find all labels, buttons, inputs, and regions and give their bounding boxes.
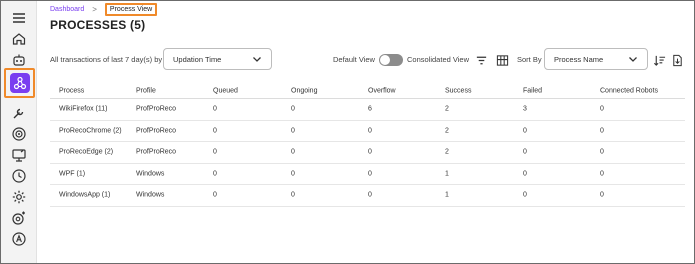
failed-count: 0 xyxy=(523,127,527,135)
success-count: 1 xyxy=(445,191,449,199)
connected-robots-count: 0 xyxy=(600,105,604,113)
table-row[interactable]: WPF (1) Windows 0 0 0 1 0 0 xyxy=(50,164,685,185)
clock-icon[interactable] xyxy=(10,167,28,185)
overflow-count: 0 xyxy=(368,191,372,199)
ongoing-count: 0 xyxy=(291,148,295,156)
connected-robots-count: 0 xyxy=(600,170,604,178)
robot-icon[interactable] xyxy=(10,51,28,69)
ongoing-count: 0 xyxy=(291,127,295,135)
queued-count: 0 xyxy=(213,148,217,156)
process-name: ProRecoChrome (2) xyxy=(59,127,122,135)
queued-count: 0 xyxy=(213,127,217,135)
sort-select-value: Process Name xyxy=(554,54,604,64)
table-row[interactable]: WikiFirefox (11) ProfProReco 0 0 6 2 3 0 xyxy=(50,99,685,121)
target-icon[interactable] xyxy=(10,125,28,143)
monitor-icon[interactable] xyxy=(10,146,28,164)
overflow-count: 0 xyxy=(368,170,372,178)
breadcrumb-dashboard-link[interactable]: Dashboard xyxy=(50,6,84,13)
profile: Windows xyxy=(136,170,165,178)
process-name: ProRecoEdge (2) xyxy=(59,148,114,156)
connected-robots-count: 0 xyxy=(600,191,604,199)
connected-robots-count: 0 xyxy=(600,127,604,135)
profile: ProfProReco xyxy=(136,105,177,113)
sort-select[interactable]: Process Name xyxy=(544,48,648,70)
sidebar-item-processes[interactable] xyxy=(4,68,35,98)
overflow-count: 0 xyxy=(368,127,372,135)
overflow-count: 0 xyxy=(368,148,372,156)
process-icon xyxy=(10,73,30,93)
transactions-label: All transactions of last 7 day(s) by xyxy=(50,55,163,64)
column-header-process[interactable]: Process xyxy=(59,87,84,94)
success-count: 2 xyxy=(445,148,449,156)
process-name: WikiFirefox (11) xyxy=(59,105,108,113)
connected-robots-count: 0 xyxy=(600,148,604,156)
gear-user-icon[interactable] xyxy=(10,209,28,227)
process-name: WindowsApp (1) xyxy=(59,191,111,199)
column-header-ongoing[interactable]: Ongoing xyxy=(291,87,317,94)
failed-count: 0 xyxy=(523,170,527,178)
failed-count: 3 xyxy=(523,105,527,113)
profile: Windows xyxy=(136,191,165,199)
page-title: PROCESSES (5) xyxy=(50,18,146,32)
wrench-icon[interactable] xyxy=(10,104,28,122)
queued-count: 0 xyxy=(213,191,217,199)
failed-count: 0 xyxy=(523,148,527,156)
success-count: 2 xyxy=(445,127,449,135)
sort-by-label: Sort By xyxy=(517,55,542,64)
filter-icon[interactable] xyxy=(474,53,488,67)
overflow-count: 6 xyxy=(368,105,372,113)
toggle-knob xyxy=(380,55,390,65)
table-row[interactable]: ProRecoEdge (2) ProfProReco 0 0 0 2 0 0 xyxy=(50,142,685,164)
table-header-row: Process Profile Queued Ongoing Overflow … xyxy=(50,83,685,99)
breadcrumb-separator: > xyxy=(92,4,97,14)
default-view-label: Default View xyxy=(333,55,375,64)
time-filter-select[interactable]: Updation Time xyxy=(163,48,272,70)
queued-count: 0 xyxy=(213,170,217,178)
table-row[interactable]: ProRecoChrome (2) ProfProReco 0 0 0 2 0 … xyxy=(50,121,685,142)
table-row[interactable]: WindowsApp (1) Windows 0 0 0 1 0 0 xyxy=(50,185,685,207)
admin-icon[interactable] xyxy=(10,230,28,248)
settings-icon[interactable] xyxy=(10,188,28,206)
profile: ProfProReco xyxy=(136,127,177,135)
sidebar xyxy=(1,1,37,263)
chevron-down-icon xyxy=(253,57,261,62)
ongoing-count: 0 xyxy=(291,191,295,199)
column-header-overflow[interactable]: Overflow xyxy=(368,87,396,94)
failed-count: 0 xyxy=(523,191,527,199)
queued-count: 0 xyxy=(213,105,217,113)
breadcrumb: Dashboard > Process View xyxy=(50,2,158,16)
process-name: WPF (1) xyxy=(59,170,86,178)
profile: ProfProReco xyxy=(136,148,177,156)
columns-icon[interactable] xyxy=(495,53,509,67)
column-header-failed[interactable]: Failed xyxy=(523,87,542,94)
view-toggle[interactable] xyxy=(379,54,403,66)
ongoing-count: 0 xyxy=(291,105,295,113)
column-header-connected-robots[interactable]: Connected Robots xyxy=(600,87,658,94)
column-header-success[interactable]: Success xyxy=(445,87,471,94)
home-icon[interactable] xyxy=(10,30,28,48)
time-filter-value: Updation Time xyxy=(173,54,222,64)
download-icon[interactable] xyxy=(670,53,684,67)
breadcrumb-current: Process View xyxy=(104,2,158,16)
menu-icon[interactable] xyxy=(10,9,28,27)
processes-table: Process Profile Queued Ongoing Overflow … xyxy=(50,83,685,207)
success-count: 2 xyxy=(445,105,449,113)
column-header-queued[interactable]: Queued xyxy=(213,87,238,94)
column-header-profile[interactable]: Profile xyxy=(136,87,156,94)
sort-order-icon[interactable] xyxy=(652,53,666,67)
success-count: 1 xyxy=(445,170,449,178)
chevron-down-icon xyxy=(629,57,637,62)
consolidated-view-label: Consolidated View xyxy=(407,55,469,64)
ongoing-count: 0 xyxy=(291,170,295,178)
